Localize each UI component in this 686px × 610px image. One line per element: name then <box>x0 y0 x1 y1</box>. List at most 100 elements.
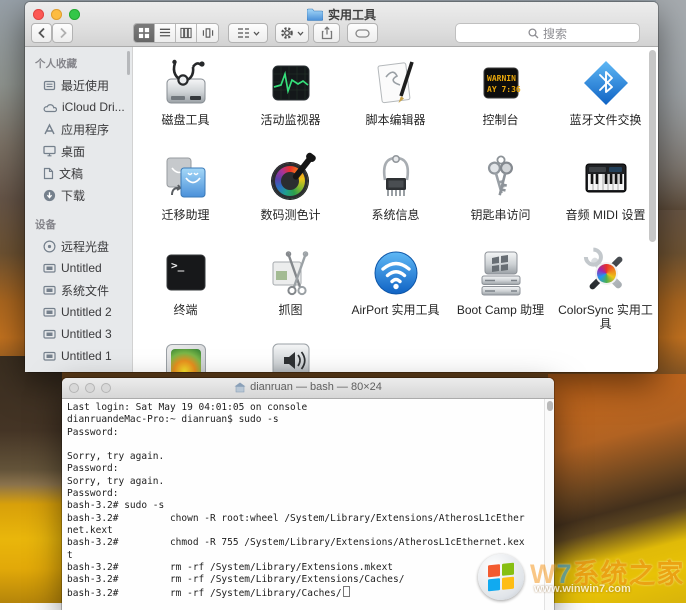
sidebar-item-dianruan[interactable]: 电软 <box>25 367 132 372</box>
terminal-line: bash-3.2# rm -rf /System/Library/Extensi… <box>67 574 554 586</box>
terminal-scrollbar-thumb[interactable] <box>547 401 553 411</box>
app-label: 终端 <box>173 303 197 317</box>
digital-color-meter-icon <box>265 152 317 204</box>
search-field[interactable]: 搜索 <box>455 23 640 43</box>
documents-icon <box>43 167 54 180</box>
terminal-line: t <box>67 550 554 562</box>
script-editor-icon <box>370 57 422 109</box>
home-folder-icon <box>234 382 246 393</box>
terminal-line: Last login: Sat May 19 04:01:05 on conso… <box>67 402 554 414</box>
sidebar-item-documents[interactable]: 文稿 <box>25 162 132 184</box>
terminal-title: dianruan — bash — 80×24 <box>62 381 554 393</box>
terminal-line: bash-3.2# rm -rf /System/Library/Extensi… <box>67 562 554 574</box>
sidebar-item-icloud-drive[interactable]: iCloud Dri... <box>25 96 132 118</box>
finder-sidebar: 个人收藏 最近使用 iCloud Dri... 应用程序 桌面 文稿 <box>25 47 133 372</box>
app-grab[interactable]: 抓图 <box>238 247 343 342</box>
action-menu-button[interactable] <box>275 23 309 43</box>
app-boot-camp-assistant[interactable]: Boot Camp 助理 <box>448 247 553 342</box>
list-view-button[interactable] <box>155 24 176 42</box>
app-bluetooth-file-exchange[interactable]: 蓝牙文件交换 <box>553 57 658 152</box>
share-button[interactable] <box>313 23 340 43</box>
sidebar-item-desktop[interactable]: 桌面 <box>25 140 132 162</box>
terminal-titlebar[interactable]: dianruan — bash — 80×24 <box>62 378 554 399</box>
app-terminal[interactable]: >_ 终端 <box>133 247 238 342</box>
sidebar-section-devices: 设备 <box>25 214 132 235</box>
content-scrollbar[interactable] <box>649 50 656 242</box>
app-script-editor[interactable]: 脚本编辑器 <box>343 57 448 152</box>
voiceover-utility-icon <box>265 342 317 372</box>
bluetooth-file-exchange-icon <box>580 57 632 109</box>
sidebar-scrollbar[interactable] <box>127 51 130 75</box>
app-label: 音频 MIDI 设置 <box>566 208 646 222</box>
app-voiceover-utility-partial[interactable] <box>238 342 343 372</box>
page-title: 实用工具 <box>328 6 376 23</box>
wallpaper-autumn-slope <box>548 374 686 603</box>
search-icon <box>528 28 539 39</box>
airport-utility-icon <box>370 247 422 299</box>
terminal-line <box>67 439 554 451</box>
grapher-icon <box>160 342 212 372</box>
terminal-content[interactable]: Last login: Sat May 19 04:01:05 on conso… <box>62 399 554 610</box>
activity-monitor-icon <box>265 57 317 109</box>
terminal-line: Password: <box>67 427 554 439</box>
sidebar-item-untitled-2[interactable]: Untitled 2 <box>25 301 132 323</box>
app-label: 磁盘工具 <box>161 113 209 127</box>
sidebar-item-applications[interactable]: 应用程序 <box>25 118 132 140</box>
app-grapher-partial[interactable] <box>133 342 238 372</box>
forward-button[interactable] <box>52 23 73 43</box>
app-activity-monitor[interactable]: 活动监视器 <box>238 57 343 152</box>
sidebar-item-system-files[interactable]: 系统文件 <box>25 279 132 301</box>
terminal-window: dianruan — bash — 80×24 Last login: Sat … <box>62 378 554 610</box>
search-placeholder: 搜索 <box>543 25 567 42</box>
sidebar-item-untitled-1[interactable]: Untitled 1 <box>25 345 132 367</box>
terminal-line: bash-3.2# sudo -s <box>67 500 554 512</box>
app-label: AirPort 实用工具 <box>351 303 439 317</box>
column-view-button[interactable] <box>176 24 197 42</box>
app-keychain-access[interactable]: 钥匙串访问 <box>448 152 553 247</box>
chevron-right-icon <box>58 27 68 39</box>
grid-view-icon <box>138 27 150 39</box>
sidebar-item-untitled[interactable]: Untitled <box>25 257 132 279</box>
finder-titlebar[interactable]: 实用工具 <box>25 2 658 47</box>
app-disk-utility[interactable]: 磁盘工具 <box>133 57 238 152</box>
app-console[interactable]: WARNIN AY 7:36 控制台 <box>448 57 553 152</box>
app-colorsync-utility[interactable]: ColorSync 实用工具 <box>553 247 658 342</box>
disk-utility-icon <box>160 57 212 109</box>
terminal-line: net.kext <box>67 525 554 537</box>
sidebar-item-recents[interactable]: 最近使用 <box>25 74 132 96</box>
icon-view-button[interactable] <box>134 24 155 42</box>
back-button[interactable] <box>31 23 52 43</box>
drive-icon <box>43 328 56 340</box>
app-label: Boot Camp 助理 <box>457 303 544 317</box>
app-airport-utility[interactable]: AirPort 实用工具 <box>343 247 448 342</box>
terminal-line: Password: <box>67 463 554 475</box>
terminal-line: Sorry, try again. <box>67 476 554 488</box>
tag-icon <box>355 29 370 38</box>
recents-icon <box>43 79 56 92</box>
app-label: 脚本编辑器 <box>365 113 425 127</box>
sidebar-item-remote-disc[interactable]: 远程光盘 <box>25 235 132 257</box>
coverflow-view-button[interactable] <box>197 24 218 42</box>
system-information-icon <box>370 152 422 204</box>
app-audio-midi-setup[interactable]: 音频 MIDI 设置 <box>553 152 658 247</box>
app-system-information[interactable]: 系统信息 <box>343 152 448 247</box>
svg-text:WARNIN: WARNIN <box>487 74 516 83</box>
icloud-icon <box>43 102 57 113</box>
sidebar-item-untitled-3[interactable]: Untitled 3 <box>25 323 132 345</box>
sidebar-item-downloads[interactable]: 下载 <box>25 184 132 206</box>
terminal-scrollbar[interactable] <box>544 399 554 610</box>
svg-text:AY 7:36: AY 7:36 <box>487 85 521 94</box>
drive-icon <box>43 350 56 362</box>
gear-icon <box>280 26 294 40</box>
view-mode-segmented-control <box>133 23 219 43</box>
app-label: 抓图 <box>278 303 302 317</box>
app-migration-assistant[interactable]: 迁移助理 <box>133 152 238 247</box>
tags-button[interactable] <box>347 23 378 43</box>
drive-icon <box>43 306 56 318</box>
app-digital-color-meter[interactable]: 数码测色计 <box>238 152 343 247</box>
share-icon <box>321 26 333 40</box>
drive-icon <box>43 262 56 274</box>
terminal-line-current: bash-3.2# rm -rf /System/Library/Caches/ <box>67 586 554 600</box>
arrange-menu-button[interactable] <box>228 23 268 43</box>
keychain-access-icon <box>475 152 527 204</box>
